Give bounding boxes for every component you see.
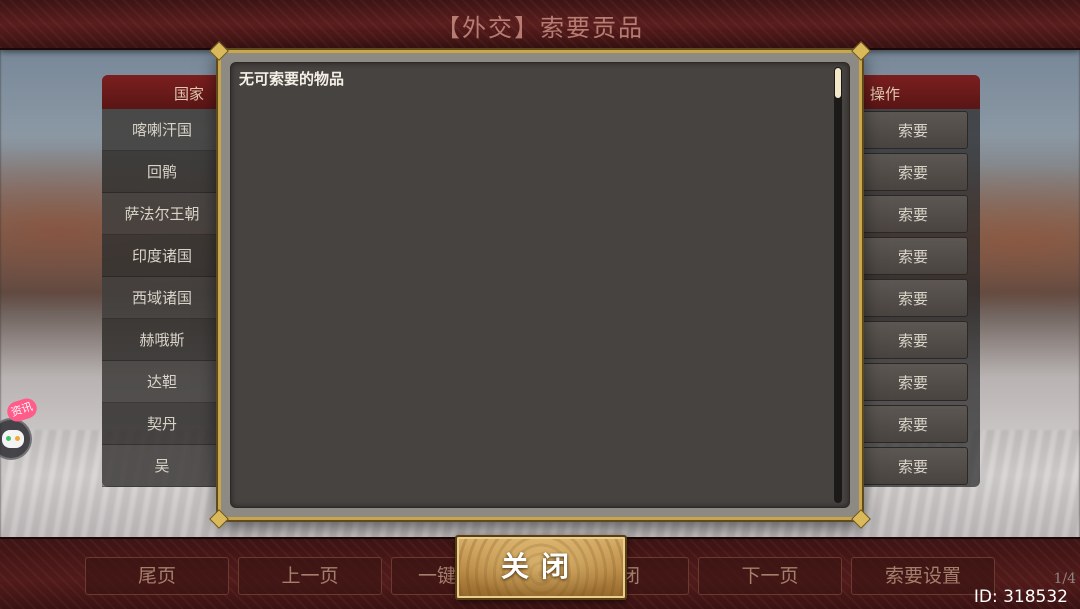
country-name: 西域诸国 — [102, 277, 222, 319]
dialog-content-area: 无可索要的物品 — [230, 62, 850, 508]
country-name: 达靼 — [102, 361, 222, 403]
user-id-watermark: ID: 318532 — [973, 587, 1068, 607]
country-name: 赫哦斯 — [102, 319, 222, 361]
previous-page-button[interactable]: 上一页 — [238, 557, 382, 595]
action-column: 索要 索要 索要 索要 索要 索要 索要 索要 索要 — [858, 111, 968, 489]
page-title: 【外交】索要贡品 — [436, 14, 644, 42]
demand-button[interactable]: 索要 — [858, 195, 968, 233]
country-name: 吴 — [102, 445, 222, 487]
tribute-dialog: 无可索要的物品 — [209, 41, 871, 529]
country-column: 喀喇汗国 回鹘 萨法尔王朝 印度诸国 西域诸国 赫哦斯 达靼 契丹 吴 — [102, 109, 222, 487]
demand-button[interactable]: 索要 — [858, 321, 968, 359]
demand-button[interactable]: 索要 — [858, 363, 968, 401]
country-name: 契丹 — [102, 403, 222, 445]
country-name: 喀喇汗国 — [102, 109, 222, 151]
close-button[interactable]: 关闭 — [455, 535, 627, 600]
country-name: 印度诸国 — [102, 235, 222, 277]
page-indicator: 1/4 — [1053, 571, 1076, 587]
country-name: 回鹘 — [102, 151, 222, 193]
scrollbar-thumb[interactable] — [835, 68, 841, 98]
demand-button[interactable]: 索要 — [858, 153, 968, 191]
country-name: 萨法尔王朝 — [102, 193, 222, 235]
demand-button[interactable]: 索要 — [858, 405, 968, 443]
title-bar: 【外交】索要贡品 — [0, 0, 1080, 50]
column-header-action: 操作 — [870, 85, 901, 103]
demand-button[interactable]: 索要 — [858, 447, 968, 485]
column-header-country: 国家 — [174, 85, 205, 103]
demand-button[interactable]: 索要 — [858, 111, 968, 149]
scrollbar[interactable] — [834, 67, 842, 503]
gamepad-icon — [2, 430, 24, 448]
empty-message: 无可索要的物品 — [239, 70, 345, 88]
demand-button[interactable]: 索要 — [858, 279, 968, 317]
demand-button[interactable]: 索要 — [858, 237, 968, 275]
last-page-button[interactable]: 尾页 — [85, 557, 229, 595]
next-page-button[interactable]: 下一页 — [698, 557, 842, 595]
